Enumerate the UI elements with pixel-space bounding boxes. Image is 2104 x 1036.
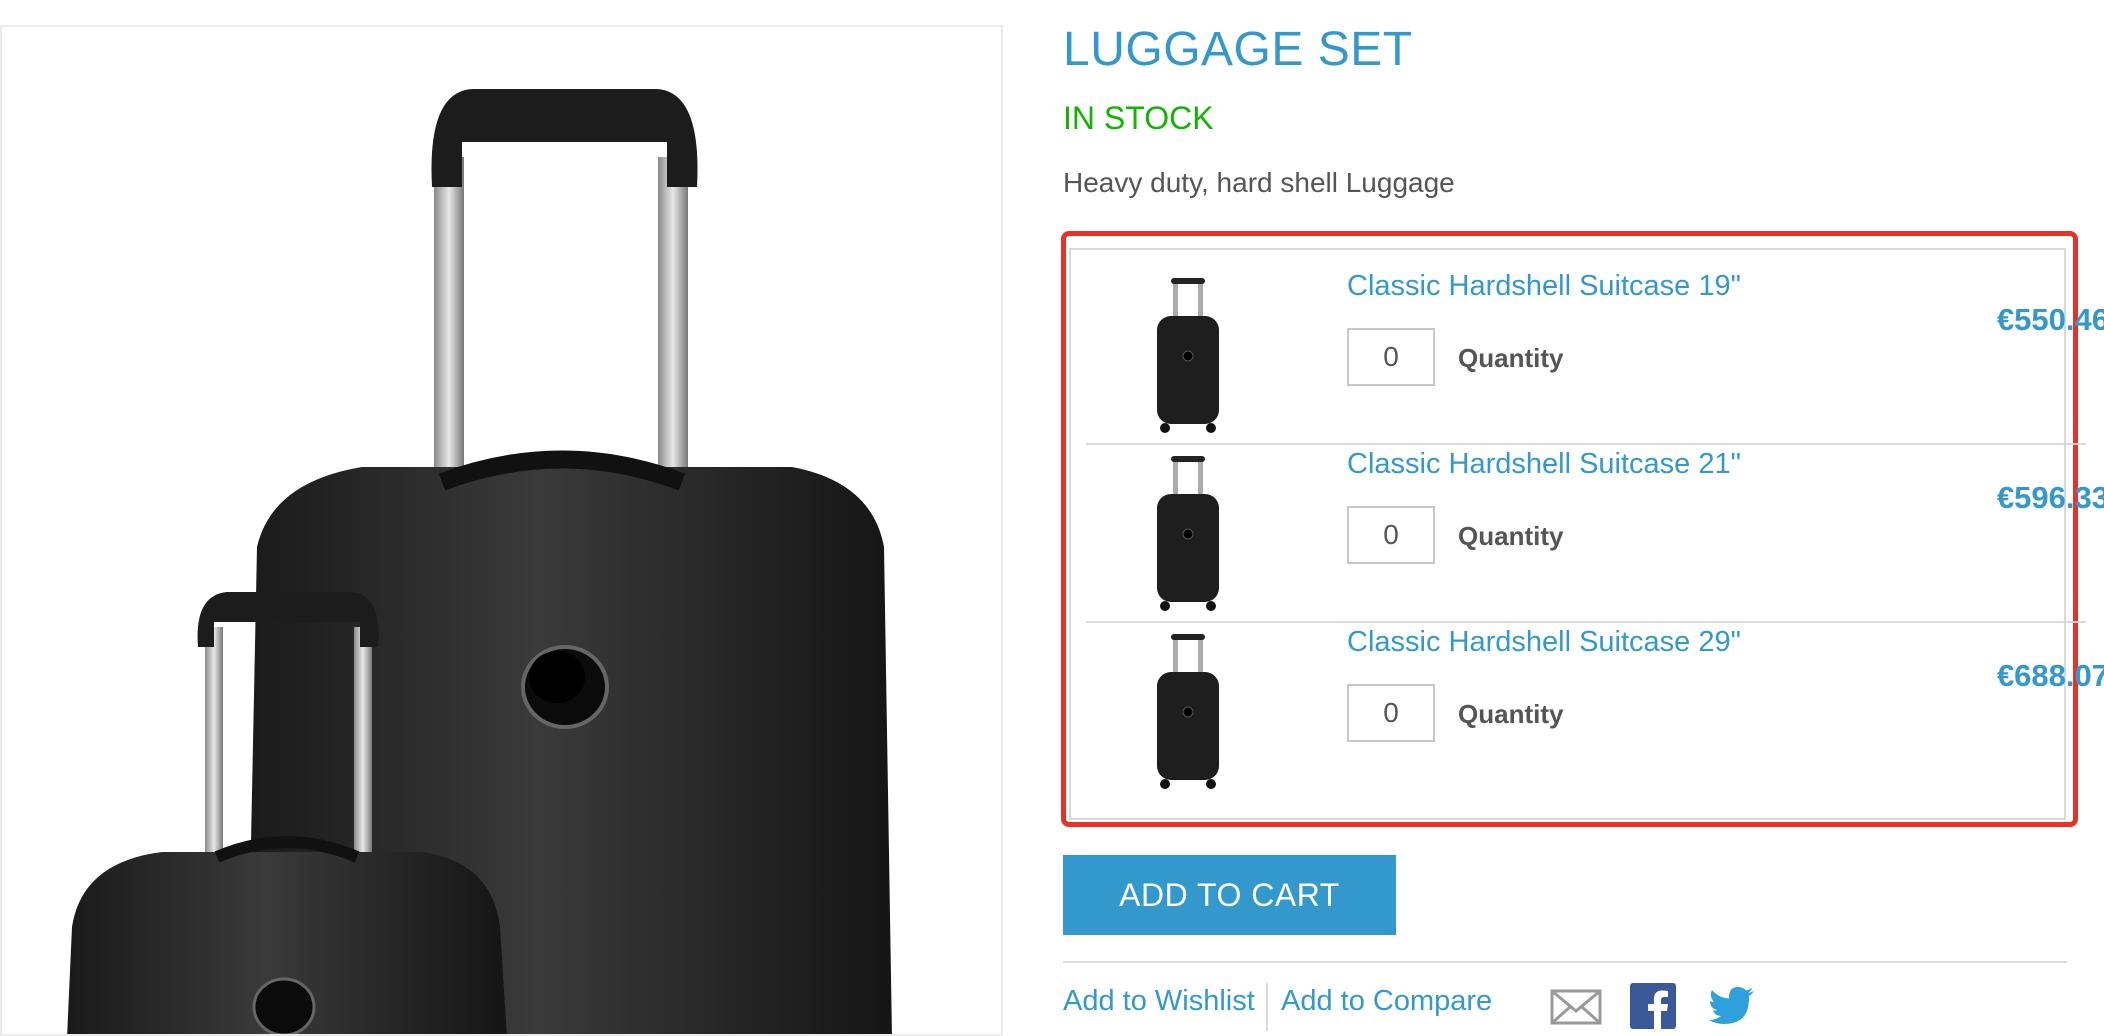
grouped-item-name[interactable]: Classic Hardshell Suitcase 19" [1347, 270, 1741, 303]
facebook-icon[interactable] [1630, 983, 1676, 1034]
add-to-cart-button[interactable]: ADD TO CART [1063, 855, 1396, 935]
luggage-set-photo [67, 89, 892, 1034]
email-icon[interactable] [1550, 983, 1602, 1032]
suitcase-thumbnail[interactable] [1143, 454, 1233, 614]
product-main-image[interactable] [0, 25, 1003, 1036]
quantity-input[interactable]: 0 [1347, 684, 1435, 742]
add-to-compare-link[interactable]: Add to Compare [1281, 985, 1492, 1018]
product-description: Heavy duty, hard shell Luggage [1063, 167, 1455, 198]
grouped-item-name[interactable]: Classic Hardshell Suitcase 21" [1347, 448, 1741, 481]
quantity-input[interactable]: 0 [1347, 328, 1435, 386]
quantity-label: Quantity [1458, 343, 1564, 373]
grouped-item-price: €688.07 [1996, 658, 2104, 693]
stock-status: IN STOCK [1063, 100, 1214, 136]
link-separator [1266, 983, 1268, 1031]
twitter-icon[interactable] [1708, 983, 1756, 1032]
quantity-input[interactable]: 0 [1347, 506, 1435, 564]
product-info: LUGGAGE SET IN STOCK Heavy duty, hard sh… [1061, 0, 2104, 1036]
grouped-item-price: €596.33 [1996, 480, 2104, 515]
suitcase-thumbnail[interactable] [1143, 276, 1233, 436]
divider [1063, 961, 2067, 963]
grouped-item-name[interactable]: Classic Hardshell Suitcase 29" [1347, 626, 1741, 659]
quantity-label: Quantity [1458, 699, 1564, 729]
suitcase-thumbnail[interactable] [1143, 632, 1233, 792]
grouped-item-row: Classic Hardshell Suitcase 29" 0 Quantit… [1083, 612, 2104, 792]
add-to-wishlist-link[interactable]: Add to Wishlist [1063, 985, 1255, 1018]
grouped-item-row: Classic Hardshell Suitcase 21" 0 Quantit… [1083, 434, 2104, 614]
grouped-item-row: Classic Hardshell Suitcase 19" 0 Quantit… [1083, 256, 2104, 436]
grouped-item-price: €550.46 [1996, 302, 2104, 337]
product-title: LUGGAGE SET [1063, 23, 1413, 76]
quantity-label: Quantity [1458, 521, 1564, 551]
